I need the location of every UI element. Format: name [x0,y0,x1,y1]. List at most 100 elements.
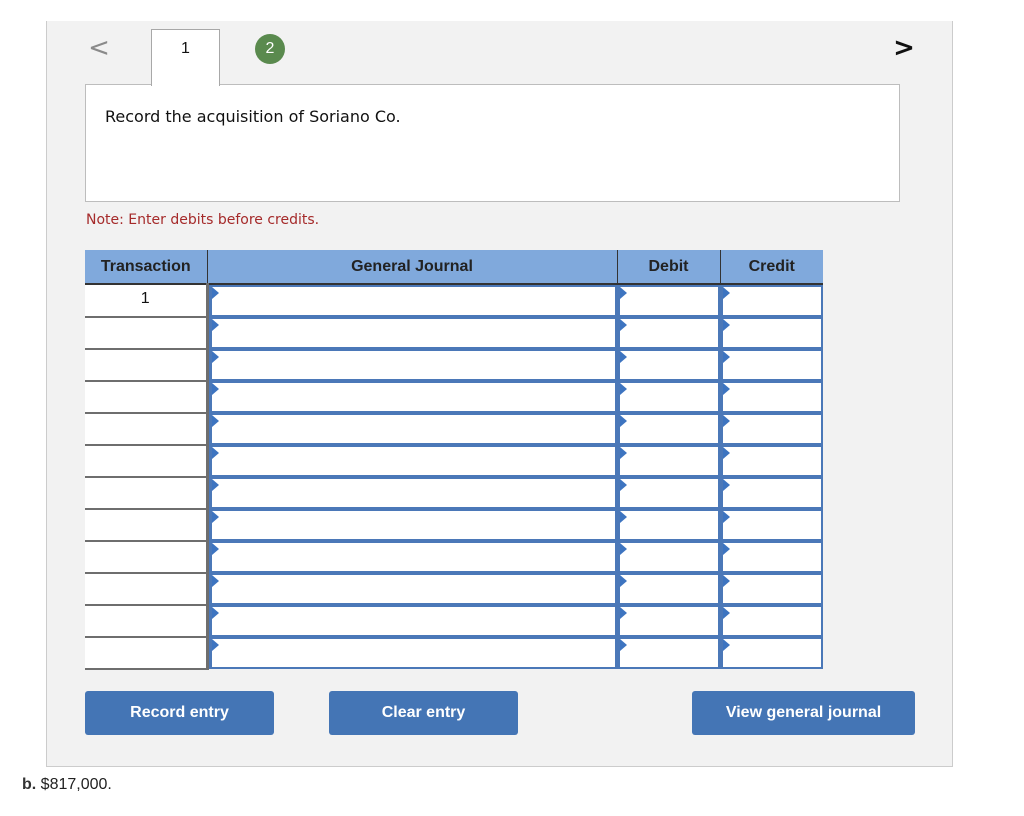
debit-input[interactable] [620,639,718,667]
header-general-journal: General Journal [207,250,618,285]
note-text: Note: Enter debits before credits. [86,212,320,228]
debit-input[interactable] [620,351,718,379]
account-input[interactable] [211,607,615,635]
account-cell [207,349,617,381]
transaction-cell [85,605,209,638]
question-box: Record the acquisition of Soriano Co. [85,84,900,202]
credit-input[interactable] [723,511,821,539]
debit-input[interactable] [620,383,718,411]
credit-input[interactable] [723,543,821,571]
transaction-cell [85,541,209,574]
table-row: 1 [85,284,823,318]
debit-cell [617,349,720,381]
tab-1[interactable]: 1 [151,29,220,86]
record-entry-button[interactable]: Record entry [85,691,274,735]
chevron-left-icon[interactable]: < [88,34,110,62]
transaction-cell: 1 [85,284,209,318]
debit-cell [617,605,720,637]
credit-input[interactable] [723,479,821,507]
debit-cell [617,381,720,413]
debit-cell [617,541,720,573]
answer-label: b. [22,776,37,793]
debit-input[interactable] [620,575,718,603]
credit-cell [720,541,823,573]
transaction-cell [85,413,209,446]
debit-input[interactable] [620,511,718,539]
debit-input[interactable] [620,287,718,315]
account-input[interactable] [211,319,615,347]
credit-cell [720,317,823,349]
transaction-cell [85,349,209,382]
credit-cell [720,445,823,477]
clear-entry-button[interactable]: Clear entry [329,691,518,735]
account-input[interactable] [211,415,615,443]
credit-cell [720,477,823,509]
transaction-cell [85,317,209,350]
transaction-cell [85,381,209,414]
debit-input[interactable] [620,319,718,347]
table-row [85,381,823,414]
account-input[interactable] [211,383,615,411]
table-row [85,413,823,446]
debit-input[interactable] [620,479,718,507]
table-row [85,317,823,350]
table-row [85,349,823,382]
credit-cell [720,509,823,541]
account-input[interactable] [211,575,615,603]
transaction-cell [85,477,209,510]
credit-input[interactable] [723,319,821,347]
view-general-journal-button[interactable]: View general journal [692,691,915,735]
debit-cell [617,445,720,477]
account-cell [207,573,617,605]
account-cell [207,317,617,349]
credit-input[interactable] [723,639,821,667]
credit-input[interactable] [723,351,821,379]
account-input[interactable] [211,639,615,667]
credit-input[interactable] [723,415,821,443]
credit-input[interactable] [723,383,821,411]
credit-cell [720,605,823,637]
table-row [85,509,823,542]
credit-input[interactable] [723,607,821,635]
account-cell [207,541,617,573]
table-row [85,477,823,510]
credit-cell [720,413,823,445]
account-cell [207,477,617,509]
transaction-cell [85,573,209,606]
credit-input[interactable] [723,287,821,315]
header-transaction: Transaction [85,250,208,285]
debit-cell [617,413,720,445]
debit-input[interactable] [620,415,718,443]
account-input[interactable] [211,479,615,507]
account-input[interactable] [211,351,615,379]
account-input[interactable] [211,543,615,571]
debit-cell [617,284,720,317]
account-cell [207,413,617,445]
account-input[interactable] [211,287,615,315]
journal-body: 1 [85,284,823,670]
table-row [85,445,823,478]
debit-input[interactable] [620,607,718,635]
credit-input[interactable] [723,447,821,475]
account-input[interactable] [211,447,615,475]
credit-cell [720,637,823,669]
table-row [85,637,823,670]
transaction-cell [85,445,209,478]
account-cell [207,381,617,413]
tab-2[interactable]: 2 [255,34,285,64]
debit-input[interactable] [620,543,718,571]
chevron-right-icon[interactable]: > [893,34,915,62]
credit-input[interactable] [723,575,821,603]
table-row [85,573,823,606]
question-text: Record the acquisition of Soriano Co. [105,107,401,126]
debit-input[interactable] [620,447,718,475]
header-credit: Credit [720,250,823,285]
credit-cell [720,381,823,413]
account-cell [207,509,617,541]
table-row [85,605,823,638]
credit-cell [720,349,823,381]
account-input[interactable] [211,511,615,539]
debit-cell [617,477,720,509]
answer-line: b. $817,000. [22,776,112,794]
account-cell [207,637,617,669]
